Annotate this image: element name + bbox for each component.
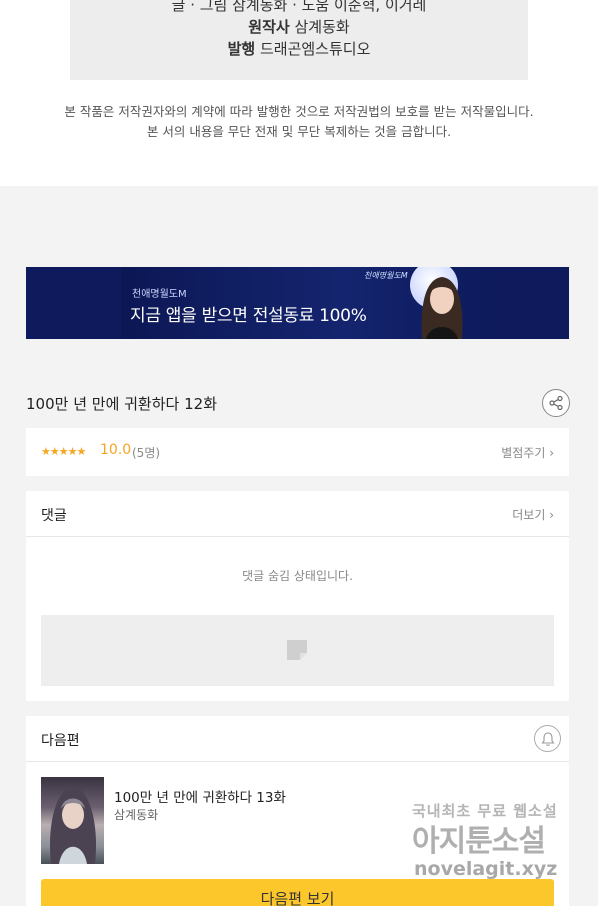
- next-episode-thumbnail[interactable]: [41, 777, 104, 864]
- copyright-notice-line2: 본 서의 내용을 무단 전재 및 무단 복제하는 것을 금합니다.: [146, 124, 452, 139]
- comments-header: 댓글 더보기 ›: [26, 491, 569, 537]
- rating-stars: ★★★★★: [41, 445, 86, 458]
- comments-hidden-message: 댓글 숨김 상태입니다.: [242, 569, 353, 583]
- credits-section: 글 · 그림 삼계동화 · 도움 이준혁, 이거레 원작사 삼계동화 발행 드래…: [0, 0, 598, 186]
- credits-box: 글 · 그림 삼계동화 · 도움 이준혁, 이거레 원작사 삼계동화 발행 드래…: [70, 0, 528, 80]
- rating-card: ★★★★★ 10.0 (5명) 별점주기 ›: [26, 428, 569, 476]
- ad-placeholder[interactable]: [41, 615, 554, 686]
- copyright-notice: 본 작품은 저작권자와의 계약에 따라 발행한 것으로 저작권법의 보호를 받는…: [0, 102, 598, 142]
- next-episode-button[interactable]: 다음편 보기: [41, 879, 554, 906]
- credits-original-label: 원작사: [248, 18, 290, 36]
- rate-button[interactable]: 별점주기 ›: [501, 444, 554, 461]
- comments-more-link[interactable]: 더보기 ›: [512, 506, 554, 523]
- credits-authors: 글 · 그림 삼계동화 · 도움 이준혁, 이거레: [171, 0, 427, 14]
- thumbnail-illustration: [49, 787, 97, 864]
- rating-score: 10.0: [100, 442, 132, 458]
- copyright-notice-line1: 본 작품은 저작권자와의 계약에 따라 발행한 것으로 저작권법의 보호를 받는…: [64, 104, 534, 119]
- next-episode-header: 다음편: [26, 716, 569, 762]
- comments-card: 댓글 더보기 › 댓글 숨김 상태입니다.: [26, 491, 569, 701]
- bell-icon: [540, 731, 555, 746]
- ad-banner-logo: 천애명월도M: [364, 271, 408, 280]
- next-episode-card: 다음편 100만 년 만에 귀환하다 13화 삼계동화 다음편 보기: [26, 716, 569, 906]
- rating-votes: (5명): [132, 446, 161, 460]
- episode-title: 100만 년 만에 귀환하다 12화: [26, 395, 217, 413]
- next-episode-heading: 다음편: [41, 733, 80, 749]
- character-illustration: [421, 277, 463, 339]
- share-button[interactable]: [542, 389, 570, 417]
- ad-banner[interactable]: 천애명월도M 지금 앱을 받으면 전설동료 100% 천애명월도M: [26, 267, 569, 339]
- ad-banner-headline: 지금 앱을 받으면 전설동료 100%: [130, 306, 367, 326]
- image-placeholder-icon: [287, 640, 307, 660]
- comments-title: 댓글: [41, 508, 67, 524]
- credits-publisher-label: 발행: [227, 40, 256, 58]
- notification-button[interactable]: [534, 725, 561, 752]
- credits-original-value: 삼계동화: [294, 18, 350, 36]
- next-episode-author: 삼계동화: [114, 808, 159, 822]
- credits-original: 원작사 삼계동화: [70, 16, 528, 38]
- ad-banner-subtitle: 천애명월도M: [132, 289, 187, 300]
- next-episode-title[interactable]: 100만 년 만에 귀환하다 13화: [114, 786, 286, 806]
- share-icon: [549, 395, 563, 411]
- credits-publisher-value: 드래곤엠스튜디오: [259, 40, 371, 58]
- credits-publisher: 발행 드래곤엠스튜디오: [70, 38, 528, 60]
